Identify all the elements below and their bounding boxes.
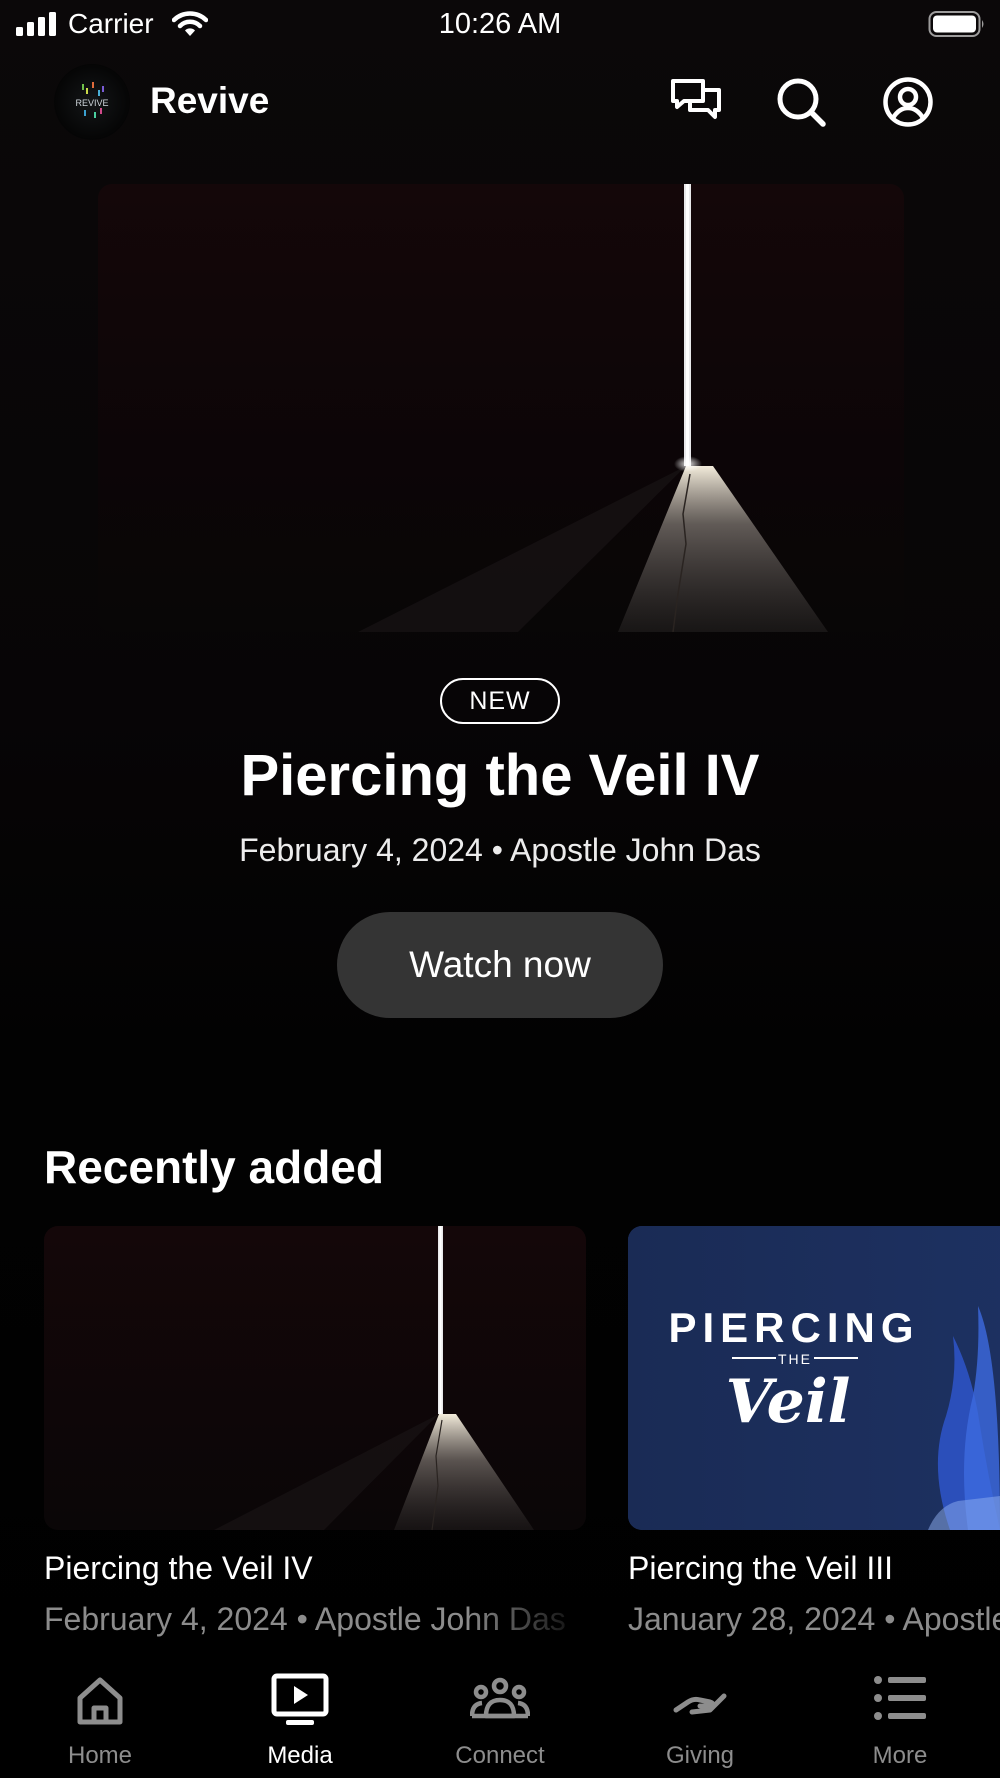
- tab-label: More: [872, 1742, 928, 1769]
- media-icon: [271, 1673, 329, 1725]
- hero-meta: February 4, 2024 • Apostle John Das: [239, 832, 761, 868]
- tab-label: Media: [267, 1742, 333, 1769]
- media-card-meta: February 4, 2024 • Apostle John Das: [44, 1601, 566, 1637]
- svg-text:PIERCING: PIERCING: [668, 1304, 919, 1351]
- home-icon: [77, 1677, 123, 1725]
- chat-icon[interactable]: [670, 76, 722, 128]
- status-time: 10:26 AM: [438, 8, 562, 40]
- status-bar: Carrier 10:26 AM: [0, 0, 1000, 52]
- media-card-title: Piercing the Veil III: [628, 1550, 894, 1586]
- svg-text:THE: THE: [778, 1351, 812, 1367]
- giving-icon: [673, 1693, 727, 1715]
- media-card[interactable]: Piercing the Veil IV February 4, 2024 • …: [44, 1226, 586, 1638]
- profile-icon[interactable]: [882, 76, 934, 128]
- tab-more[interactable]: More: [800, 1660, 1000, 1778]
- tab-label: Connect: [455, 1742, 545, 1769]
- watch-now-button[interactable]: Watch now: [337, 912, 663, 1018]
- tab-label: Giving: [665, 1742, 735, 1769]
- tab-media[interactable]: Media: [200, 1660, 400, 1778]
- hero-image[interactable]: [98, 184, 904, 632]
- media-card-title: Piercing the Veil IV: [44, 1550, 313, 1586]
- media-screen: Carrier 10:26 AM REVIVE Revive NEW Pierc…: [0, 0, 1000, 1778]
- tab-label: Home: [67, 1742, 133, 1769]
- app-header: REVIVE Revive: [0, 60, 1000, 144]
- media-card[interactable]: PIERCING THE Veil Piercing the Veil III …: [628, 1226, 1000, 1638]
- section-title-recently-added: Recently added: [44, 1141, 384, 1193]
- hero-title: Piercing the Veil IV: [240, 743, 760, 808]
- app-name: Revive: [150, 80, 270, 121]
- media-thumbnail[interactable]: [44, 1226, 586, 1530]
- tab-giving[interactable]: Giving: [600, 1660, 800, 1778]
- tab-home[interactable]: Home: [0, 1660, 200, 1778]
- search-icon[interactable]: [775, 76, 827, 128]
- media-card-meta: January 28, 2024 • Apostle John Das: [628, 1601, 1000, 1637]
- revive-logo[interactable]: REVIVE: [54, 64, 130, 140]
- new-badge: NEW: [440, 678, 560, 724]
- tab-bar: Home Media Connect Giving More: [0, 1660, 1000, 1778]
- connect-icon: [470, 1677, 530, 1719]
- tab-connect[interactable]: Connect: [400, 1660, 600, 1778]
- media-thumbnail[interactable]: PIERCING THE Veil: [628, 1226, 1000, 1530]
- more-icon: [874, 1676, 926, 1720]
- svg-text:REVIVE: REVIVE: [75, 98, 108, 108]
- battery-icon: [928, 11, 984, 37]
- svg-text:Veil: Veil: [726, 1367, 851, 1437]
